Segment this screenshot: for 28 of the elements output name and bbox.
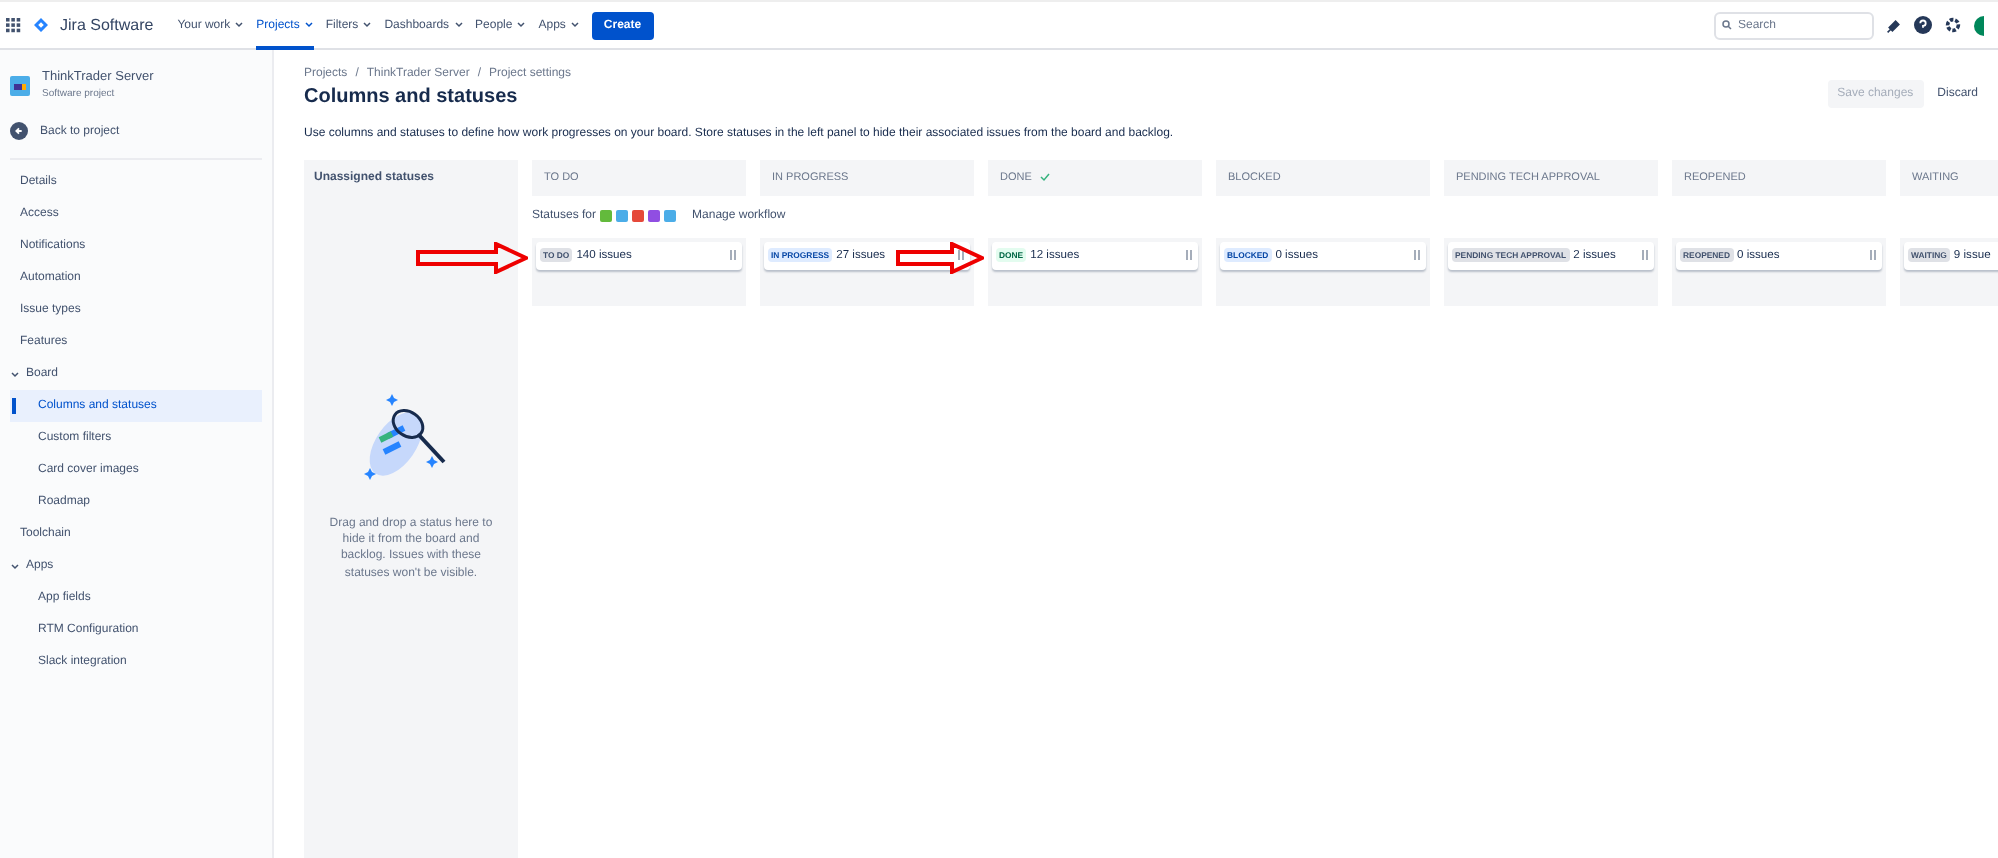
- page-title: Columns and statuses: [304, 86, 518, 108]
- project-icon: [10, 75, 30, 95]
- drag-handle-icon[interactable]: [1186, 250, 1192, 261]
- chevron-down-icon: [362, 20, 373, 30]
- search-icon: [1722, 20, 1732, 30]
- chevron-down-icon: [569, 20, 580, 30]
- notification-icon[interactable]: [1886, 17, 1902, 33]
- annotation-arrow: [896, 241, 984, 274]
- chevron-down-icon: [10, 561, 20, 571]
- chevron-down-icon: [234, 20, 245, 30]
- app-grid-icon[interactable]: [6, 17, 22, 33]
- chevron-down-icon: [10, 369, 20, 379]
- settings-icon[interactable]: [1944, 16, 1962, 34]
- help-icon[interactable]: [1914, 16, 1932, 34]
- check-icon: [1039, 172, 1050, 183]
- avatar-icon[interactable]: [1974, 15, 1986, 35]
- chevron-down-icon: [516, 20, 527, 30]
- logo-icon: [34, 18, 48, 32]
- drag-handle-icon[interactable]: [730, 250, 736, 261]
- drag-handle-icon[interactable]: [1870, 250, 1876, 261]
- back-arrow-icon: [10, 122, 28, 140]
- drag-handle-icon[interactable]: [1642, 250, 1648, 261]
- product-name: Jira Software: [60, 16, 154, 34]
- chevron-down-icon: [453, 20, 464, 30]
- drag-handle-icon[interactable]: [1414, 250, 1420, 261]
- chevron-down-icon: [303, 20, 314, 30]
- drag-handle-icon[interactable]: [958, 250, 964, 261]
- annotation-arrow: [416, 241, 528, 274]
